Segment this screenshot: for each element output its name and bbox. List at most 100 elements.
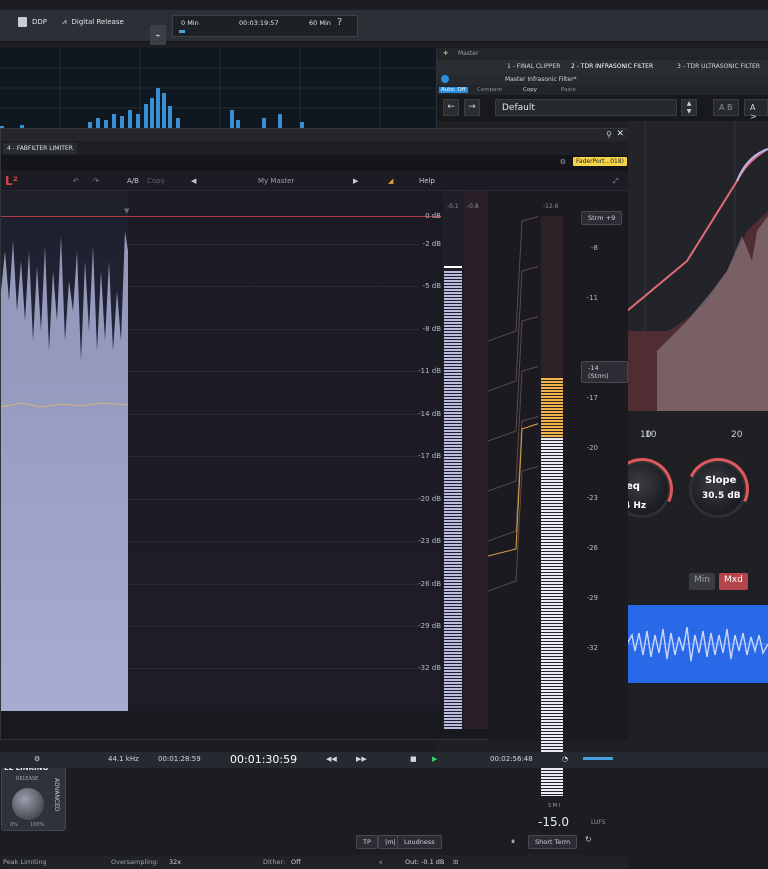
strm-target-marker[interactable]: -14 (Strm) [581,361,628,383]
volume-slider[interactable] [583,757,613,760]
lufs-top-value: -12.6 [543,203,559,210]
tdr-preset-name[interactable]: Master Infrasonic Filter* [505,76,577,83]
redo-icon[interactable]: ↷ [93,177,99,185]
lufs-scale-label: -23 [586,494,598,502]
peak-meter-bar [444,271,462,729]
lufs-scale-label: -8 [591,244,598,252]
dither-value[interactable]: Off [291,858,301,866]
play-icon[interactable]: ▶ [432,755,437,763]
waveform-icon: ⩘ [62,17,67,26]
db-label: -32 dB [418,664,441,672]
spectrum-analyzer [0,48,437,130]
ab-copy-button-pl[interactable]: Copy [147,177,165,185]
slope-knob-label: Slope [705,475,737,486]
preset-updown[interactable]: ▲ ▼ [681,99,697,116]
db-label: -23 dB [418,537,441,545]
ab-button[interactable]: A/B [127,177,139,185]
slope-knob[interactable]: Slope 30.5 dB [678,449,758,529]
knob-max-label: 100% [30,822,45,828]
pro-l2-window: ⚲ ✕ 4 - FABFILTER LIMITER ⚙ FaderPort...… [0,128,628,869]
next-preset-button[interactable]: → [464,99,480,116]
next-preset-icon[interactable]: ▶ [353,177,358,185]
ab-toggle[interactable]: A B [713,99,739,116]
speaker-icon[interactable]: ◔ [562,755,568,763]
midi-learn-icon[interactable]: ◢ [388,177,393,185]
timeline-current: 00:03:19:57 [239,19,279,27]
peak-left-value: -0.1 [447,203,459,210]
pause-icon[interactable]: ⏸ [511,837,515,847]
time-counter-right: 00:02:56:48 [490,755,533,763]
undo-icon[interactable]: ↶ [73,177,79,185]
tab-tdr-ultrasonic[interactable]: 3 - TDR ULTRASONIC FILTER [677,63,760,70]
tab-fabfilter-limiter[interactable]: 4 - FABFILTER LIMITER [3,143,77,154]
burn-button[interactable]: ⌁ [150,25,166,45]
peak-hold [444,266,462,268]
fast-forward-icon[interactable]: ▶▶ [356,755,367,763]
gear-icon[interactable]: ⚙ [560,158,566,166]
slope-knob-value: 30.5 dB [702,491,741,501]
tab-final-clipper[interactable]: 1 - FINAL CLIPPER [507,63,560,70]
tp-button[interactable]: TP [356,835,378,849]
stop-icon[interactable]: ■ [410,755,417,763]
db-label: -29 dB [418,622,441,630]
copy-button[interactable]: Copy [523,87,537,93]
preset-name[interactable]: My Master [258,177,294,185]
power-icon[interactable] [441,75,449,83]
mxd-button[interactable]: Mxd [719,573,748,590]
gain-reduction-meter: -0.8 [464,191,488,729]
strm-button[interactable]: Strm +9 [581,211,623,225]
advanced-toggle[interactable]: ADVANCED [53,778,60,812]
fullscreen-icon[interactable]: ⤢ [613,177,619,186]
loudness-button[interactable]: Loudness [397,835,442,849]
chain-add-icon[interactable]: ✚ [443,50,448,57]
fader-port-badge[interactable]: FaderPort...018) [573,157,627,166]
ddp-button[interactable]: DDP [18,17,47,27]
release-knob[interactable] [12,788,44,820]
db-label: -2 dB [422,240,441,248]
db-label: -8 dB [422,325,441,333]
knob-min-label: 0% [10,822,18,828]
pin-icon[interactable]: ⚲ [606,130,612,139]
playhead-marker[interactable]: ▼ [124,207,129,215]
timeline-position [179,30,185,33]
short-term-button[interactable]: Short Term [528,835,578,849]
auto-off-button[interactable]: Auto: Off [439,87,468,93]
preset-field[interactable]: Default [495,99,677,116]
compare-button[interactable]: Compare [477,87,502,93]
digital-release-button[interactable]: ⩘ Digital Release [62,17,124,27]
lufs-meter-bar-hot [541,378,563,438]
output-gain[interactable]: Out: -0.1 dB [405,858,444,866]
db-label: -26 dB [418,580,441,588]
slope-knob-arc [678,449,758,529]
freq-knob-label: eq [626,481,640,492]
tdr-response-svg [626,121,768,411]
style-label[interactable]: Peak Limiting [3,858,47,866]
tab-tdr-infrasonic[interactable]: 2 - TDR INFRASONIC FILTER [571,63,653,70]
timeline-overview[interactable]: 0 Min 00:03:19:57 60 Min [172,15,358,37]
paste-button[interactable]: Paste [561,87,576,93]
grid-line [128,286,418,287]
tdr-master-label: Master [457,50,479,57]
help-button-pl[interactable]: Help [419,177,435,185]
oversampling-value[interactable]: 32x [169,858,181,866]
settings-icon[interactable]: ⚙ [34,755,40,763]
help-button[interactable]: ? [337,17,342,28]
time-counter-small: 00:01:28:59 [158,755,201,763]
ab-copy-button[interactable]: A > B [744,99,768,130]
top-toolbar: DDP ⩘ Digital Release ⌁ [0,10,768,45]
prev-preset-icon[interactable]: ◀ [191,177,196,185]
reset-icon[interactable]: ↻ [585,835,592,844]
tdr-compare-row: Auto: Off Compare Copy Paste [437,85,768,95]
loudness-panel: -12.6 Strm +9 -14 (Strm) -8 -11 -17 -20 … [488,191,628,809]
rewind-icon[interactable]: ◀◀ [326,755,337,763]
zero-db-line [1,216,441,217]
min-button[interactable]: Min [689,573,715,590]
close-icon[interactable]: ✕ [616,129,624,139]
lufs-scale-label: -11 [586,294,598,302]
tdr-waveform [627,605,768,683]
db-label: -17 dB [418,452,441,460]
lufs-scale-label: -26 [586,544,598,552]
midi-icon[interactable]: ⊞ [453,858,458,866]
grid-line [128,541,418,542]
prev-preset-button[interactable]: ← [443,99,459,116]
